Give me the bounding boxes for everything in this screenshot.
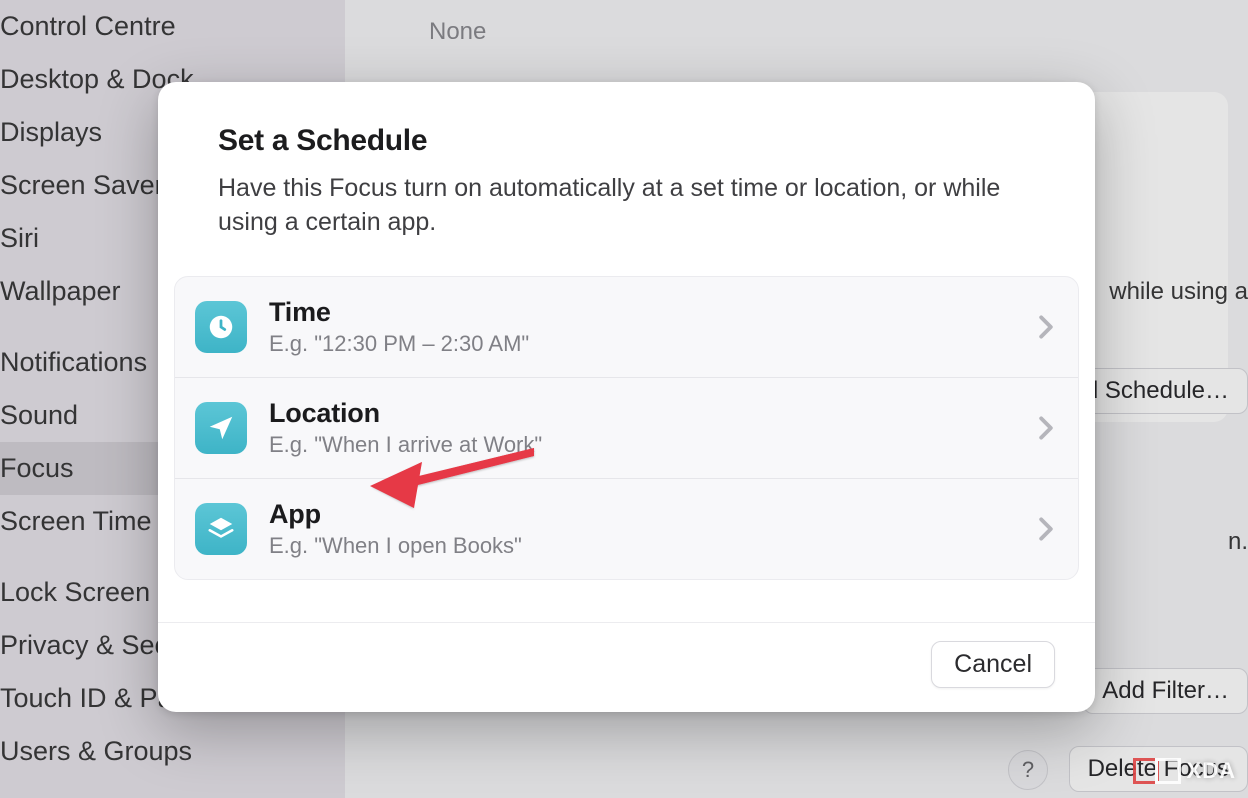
option-time-subtitle: E.g. "12:30 PM – 2:30 AM" bbox=[269, 331, 1038, 357]
option-location-subtitle: E.g. "When I arrive at Work" bbox=[269, 432, 1038, 458]
chevron-right-icon bbox=[1038, 415, 1054, 441]
option-app-title: App bbox=[269, 499, 1038, 530]
option-app-subtitle: E.g. "When I open Books" bbox=[269, 533, 1038, 559]
option-location[interactable]: Location E.g. "When I arrive at Work" bbox=[175, 377, 1078, 478]
modal-description: Have this Focus turn on automatically at… bbox=[218, 172, 1035, 240]
schedule-option-list: Time E.g. "12:30 PM – 2:30 AM" Location … bbox=[174, 276, 1079, 580]
stack-icon bbox=[195, 503, 247, 555]
xda-watermark: XDA bbox=[1133, 758, 1236, 784]
option-time-title: Time bbox=[269, 297, 1038, 328]
watermark-text: XDA bbox=[1187, 758, 1236, 784]
watermark-box-icon bbox=[1155, 758, 1181, 784]
cancel-button[interactable]: Cancel bbox=[931, 641, 1055, 688]
chevron-right-icon bbox=[1038, 516, 1054, 542]
location-arrow-icon bbox=[195, 402, 247, 454]
chevron-right-icon bbox=[1038, 314, 1054, 340]
option-time[interactable]: Time E.g. "12:30 PM – 2:30 AM" bbox=[175, 277, 1078, 377]
modal-title: Set a Schedule bbox=[218, 124, 1035, 158]
option-app[interactable]: App E.g. "When I open Books" bbox=[175, 478, 1078, 579]
clock-icon bbox=[195, 301, 247, 353]
set-schedule-modal: Set a Schedule Have this Focus turn on a… bbox=[158, 82, 1095, 712]
option-location-title: Location bbox=[269, 398, 1038, 429]
